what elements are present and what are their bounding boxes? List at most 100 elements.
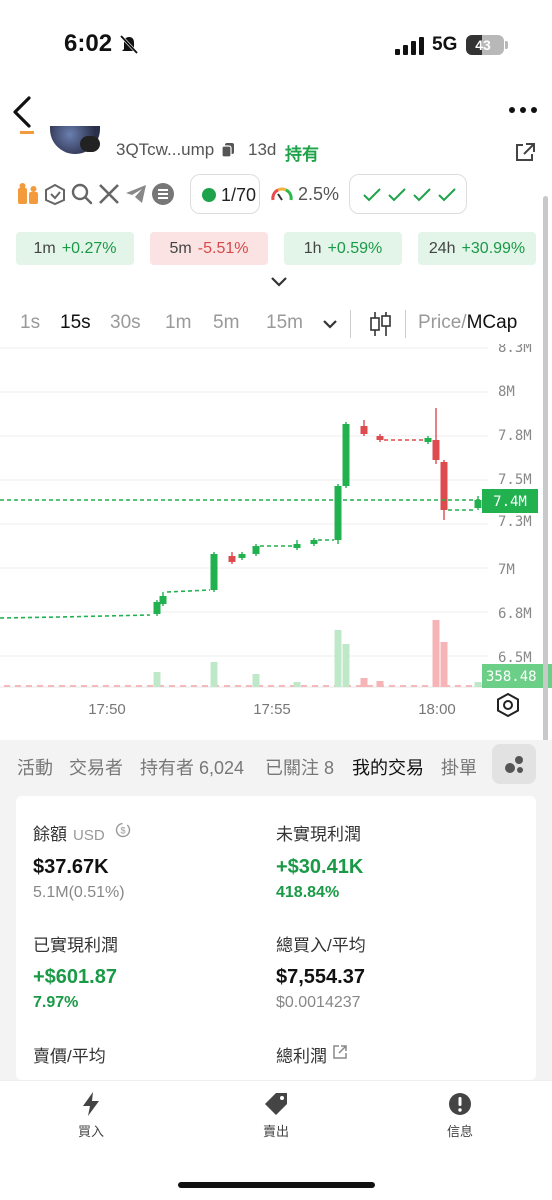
more-intervals-chevron-icon[interactable] bbox=[322, 319, 338, 329]
check-icon bbox=[363, 188, 381, 202]
chart-canvas[interactable]: 8.3M 8M 7.8M 7.5M 7.3M 7M 6.8M 6.5M 17:50 17:55 18… bbox=[0, 344, 552, 724]
token-address: 3QTcw...ump bbox=[116, 140, 215, 159]
bundle-icon[interactable] bbox=[43, 182, 67, 206]
token-icon-fragment bbox=[20, 128, 34, 134]
safety-checks-pill[interactable] bbox=[349, 174, 467, 214]
volume-bar bbox=[367, 685, 373, 687]
current-price-label: 7.4M bbox=[493, 494, 527, 510]
risk-value: 2.5% bbox=[298, 184, 340, 204]
gear-hex bbox=[497, 692, 519, 718]
volume-bar bbox=[342, 644, 350, 687]
tab-my-trades[interactable]: 我的交易 bbox=[352, 754, 424, 780]
volume-bar bbox=[440, 642, 448, 687]
volume-bar bbox=[293, 682, 301, 687]
divider bbox=[405, 310, 406, 338]
balance-value: $37.67K bbox=[33, 856, 109, 878]
change-5m[interactable]: 5m -5.51% bbox=[150, 232, 268, 265]
telegram-icon[interactable] bbox=[124, 182, 148, 206]
copy-icon[interactable] bbox=[221, 142, 235, 158]
price-chart[interactable]: 8.3M 8M 7.8M 7.5M 7.3M 7M 6.8M 6.5M 17:50 17:55 18… bbox=[0, 344, 552, 724]
y-tick-label: 6.5M bbox=[498, 650, 532, 666]
price-line bbox=[0, 614, 151, 619]
search-icon[interactable] bbox=[70, 182, 94, 206]
interval-15s[interactable]: 15s bbox=[60, 312, 91, 334]
expand-chevron-icon[interactable] bbox=[270, 276, 288, 288]
volume-bar bbox=[474, 682, 482, 687]
info-button[interactable]: 信息 bbox=[420, 1091, 500, 1140]
scrollbar[interactable] bbox=[543, 196, 548, 746]
balance-unit: USD bbox=[73, 827, 105, 844]
candle-body bbox=[228, 556, 236, 562]
total-buy-label: 總買入/平均 bbox=[276, 936, 366, 955]
volume-bar bbox=[246, 685, 252, 687]
volume-bar bbox=[268, 685, 274, 687]
interval-1s[interactable]: 1s bbox=[20, 312, 40, 334]
buy-label: 買入 bbox=[77, 1124, 104, 1139]
balance-label-text: 餘額 bbox=[33, 825, 67, 844]
total-profit-label: 總利潤 bbox=[276, 1047, 327, 1066]
change-value: -5.51% bbox=[197, 240, 249, 257]
buy-button[interactable]: 買入 bbox=[51, 1091, 131, 1140]
price-changes-row: 1m +0.27% 5m -5.51% 1h +0.59% 24h +30.99% bbox=[0, 232, 552, 266]
x-icon[interactable] bbox=[97, 182, 121, 206]
check-icon bbox=[388, 188, 406, 202]
change-24h[interactable]: 24h +30.99% bbox=[418, 232, 536, 265]
realized-label: 已實現利潤 bbox=[33, 936, 118, 955]
time-text: 6:02 bbox=[64, 30, 113, 57]
volume-bar bbox=[360, 678, 368, 687]
volume-bar bbox=[81, 685, 87, 687]
total-buy-value: $7,554.37 bbox=[276, 966, 365, 988]
currency-switch-icon[interactable]: $ bbox=[115, 822, 131, 838]
status-dot bbox=[202, 188, 216, 202]
change-1m[interactable]: 1m +0.27% bbox=[16, 232, 134, 265]
volume-bar bbox=[4, 685, 10, 687]
interval-15m[interactable]: 15m bbox=[266, 312, 303, 334]
price-toggle-label: Price bbox=[418, 312, 462, 333]
tab-orders[interactable]: 掛單 bbox=[441, 754, 477, 780]
external-link-icon[interactable] bbox=[514, 142, 536, 162]
volume-bar bbox=[400, 685, 406, 687]
average-buy-price: $0.0014237 bbox=[276, 994, 361, 1011]
volume-bar bbox=[455, 685, 461, 687]
interval-1m[interactable]: 1m bbox=[165, 312, 191, 334]
volume-bar bbox=[323, 685, 329, 687]
more-options-icon[interactable] bbox=[508, 100, 538, 120]
holding-badge: 持有 bbox=[285, 145, 319, 164]
battery-level: 43 bbox=[475, 37, 491, 53]
volume-bar bbox=[114, 685, 120, 687]
top-holders-pill[interactable]: 1/70 bbox=[190, 174, 260, 214]
x-tick-label: 17:55 bbox=[253, 701, 291, 718]
tab-activity[interactable]: 活動 bbox=[17, 754, 53, 780]
tab-following[interactable]: 已關注 8 bbox=[265, 754, 334, 780]
y-tick-label: 8.3M bbox=[498, 344, 532, 356]
community-icon[interactable] bbox=[16, 182, 40, 206]
chart-settings-icon[interactable] bbox=[497, 692, 519, 718]
mcap-toggle-label: MCap bbox=[466, 312, 518, 333]
solana-icon[interactable] bbox=[151, 182, 175, 206]
interval-5m[interactable]: 5m bbox=[213, 312, 239, 334]
battery-icon: 43 bbox=[466, 35, 504, 55]
check-icon bbox=[438, 188, 456, 202]
candle-body bbox=[342, 424, 350, 486]
volume-bar bbox=[334, 630, 342, 687]
bubbles-icon bbox=[505, 756, 523, 773]
interval-30s[interactable]: 30s bbox=[110, 312, 141, 334]
candle-body bbox=[310, 540, 318, 544]
change-1h[interactable]: 1h +0.59% bbox=[284, 232, 402, 265]
back-arrow-icon[interactable] bbox=[10, 95, 34, 129]
price-mcap-toggle[interactable]: Price/MCap bbox=[418, 312, 517, 334]
volume-bar bbox=[191, 685, 197, 687]
volume-bar bbox=[312, 685, 318, 687]
price-tag-icon bbox=[265, 1093, 287, 1115]
candlestick-icon[interactable] bbox=[368, 310, 392, 338]
tab-menu-button[interactable] bbox=[492, 744, 536, 784]
volume-bar bbox=[169, 685, 175, 687]
tab-holders[interactable]: 持有者 6,024 bbox=[140, 754, 244, 780]
volume-bar bbox=[389, 685, 395, 687]
price-line bbox=[166, 589, 211, 593]
network-type: 5G bbox=[432, 34, 458, 55]
external-link-icon[interactable] bbox=[332, 1044, 348, 1060]
interval-selector: 1s 15s 30s 1m 5m 15m Price/MCap bbox=[0, 306, 552, 342]
tab-traders[interactable]: 交易者 bbox=[69, 754, 123, 780]
sell-button[interactable]: 賣出 bbox=[236, 1091, 316, 1140]
